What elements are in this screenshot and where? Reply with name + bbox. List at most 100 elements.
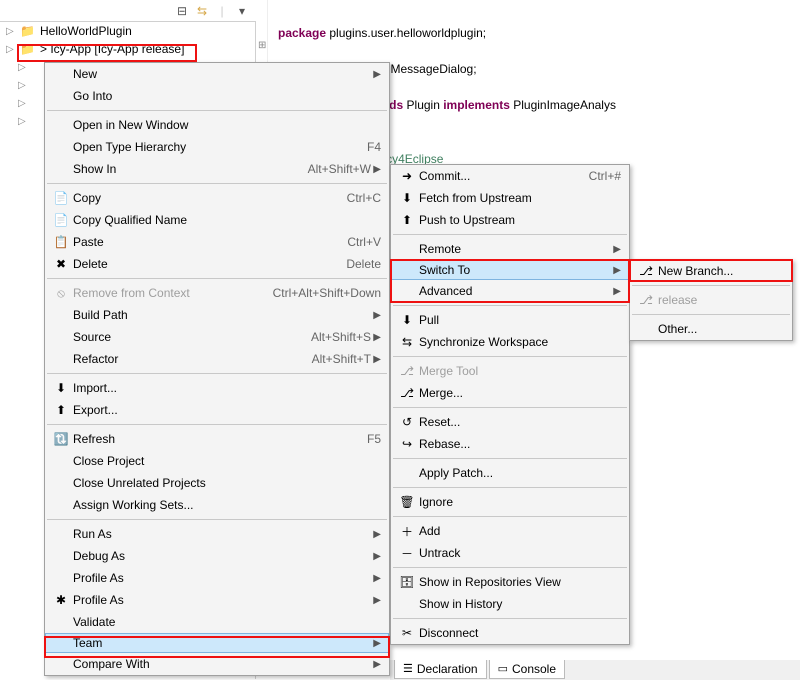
refresh-icon: 🔃	[51, 432, 71, 446]
import-icon: ⬇	[51, 381, 71, 395]
team-menu-item-merge[interactable]: ⎇Merge...	[391, 382, 629, 404]
project-menu-item-new[interactable]: New▶	[45, 63, 389, 85]
link-editor-icon[interactable]: ⇆	[194, 3, 210, 19]
team-menu-item-rebase[interactable]: ↪Rebase...	[391, 433, 629, 455]
project-menu-item-import[interactable]: ⬇Import...	[45, 377, 389, 399]
menu-item-label: Close Project	[71, 454, 381, 468]
ignore-icon: 🗑	[397, 495, 417, 509]
submenu-arrow-icon: ▶	[371, 638, 381, 649]
expander-icon[interactable]: ▷	[6, 44, 16, 55]
menu-item-label: Run As	[71, 527, 371, 541]
project-menu-item-delete[interactable]: ✖DeleteDelete	[45, 253, 389, 275]
project-menu-item-show-in[interactable]: Show InAlt+Shift+W▶	[45, 158, 389, 180]
explorer-toolbar: ⊟ ⇆ | ▾	[0, 0, 256, 22]
reset-icon: ↺	[397, 415, 417, 429]
menu-item-label: Show in History	[417, 597, 621, 611]
menu-item-accelerator: Ctrl+V	[323, 235, 381, 249]
menu-item-label: Show in Repositories View	[417, 575, 621, 589]
menu-item-label: Ignore	[417, 495, 621, 509]
team-menu-item-show-in-repositories-view[interactable]: 🗄Show in Repositories View	[391, 571, 629, 593]
team-menu-item-show-in-history[interactable]: Show in History	[391, 593, 629, 615]
project-menu-item-refactor[interactable]: RefactorAlt+Shift+T▶	[45, 348, 389, 370]
project-menu-item-run-as[interactable]: Run As▶	[45, 523, 389, 545]
project-menu-item-refresh[interactable]: 🔃RefreshF5	[45, 428, 389, 450]
project-menu-item-open-type-hierarchy[interactable]: Open Type HierarchyF4	[45, 136, 389, 158]
submenu-arrow-icon: ▶	[611, 244, 621, 255]
paste-icon: 📋	[51, 235, 71, 249]
submenu-arrow-icon: ▶	[371, 573, 381, 584]
menu-separator	[393, 487, 627, 488]
menu-item-label: Commit...	[417, 169, 565, 183]
context-menu-team: ➜Commit...Ctrl+#⬇Fetch from Upstream⬆Pus…	[390, 164, 630, 645]
project-menu-item-paste[interactable]: 📋PasteCtrl+V	[45, 231, 389, 253]
fold-plus-icon[interactable]: ⊞	[258, 40, 268, 50]
switch-menu-item-new-branch[interactable]: ⎇New Branch...	[630, 260, 792, 282]
menu-item-label: Reset...	[417, 415, 621, 429]
team-menu-item-fetch-from-upstream[interactable]: ⬇Fetch from Upstream	[391, 187, 629, 209]
toolbar-separator: |	[214, 3, 230, 19]
tree-item-icy-app[interactable]: ▷ 📁 > Icy-App [Icy-App release]	[0, 40, 255, 58]
code-text: plugins.user.helloworldplugin;	[326, 26, 486, 40]
menu-item-label: Pull	[417, 313, 621, 327]
menu-separator	[47, 373, 387, 374]
team-menu-item-remote[interactable]: Remote▶	[391, 238, 629, 260]
project-menu-item-copy-qualified-name[interactable]: 📄Copy Qualified Name	[45, 209, 389, 231]
pull-icon: ⬇	[397, 313, 417, 327]
project-menu-item-source[interactable]: SourceAlt+Shift+S▶	[45, 326, 389, 348]
team-menu-item-apply-patch[interactable]: Apply Patch...	[391, 462, 629, 484]
menu-separator	[47, 183, 387, 184]
submenu-arrow-icon: ▶	[371, 551, 381, 562]
project-menu-item-assign-working-sets[interactable]: Assign Working Sets...	[45, 494, 389, 516]
team-menu-item-advanced[interactable]: Advanced▶	[391, 280, 629, 302]
menu-item-accelerator: Alt+Shift+T	[288, 352, 371, 366]
team-menu-item-ignore[interactable]: 🗑Ignore	[391, 491, 629, 513]
team-menu-item-reset[interactable]: ↺Reset...	[391, 411, 629, 433]
project-menu-item-close-unrelated-projects[interactable]: Close Unrelated Projects	[45, 472, 389, 494]
copy-icon: 📄	[51, 191, 71, 205]
code-text: Plugin	[403, 98, 443, 112]
menu-separator	[632, 314, 790, 315]
branch-icon: ⎇	[636, 293, 656, 307]
project-menu-item-team[interactable]: Team▶	[45, 633, 389, 653]
fetch-icon: ⬇	[397, 191, 417, 205]
menu-item-label: Open Type Hierarchy	[71, 140, 343, 154]
submenu-arrow-icon: ▶	[371, 595, 381, 606]
team-menu-item-synchronize-workspace[interactable]: ⇆Synchronize Workspace	[391, 331, 629, 353]
tab-declaration[interactable]: ☰Declaration	[394, 659, 487, 679]
project-menu-item-remove-from-context: ⦸Remove from ContextCtrl+Alt+Shift+Down	[45, 282, 389, 304]
view-menu-icon[interactable]: ▾	[234, 3, 250, 19]
team-menu-item-switch-to[interactable]: Switch To▶	[391, 260, 629, 280]
switch-menu-item-other[interactable]: Other...	[630, 318, 792, 340]
project-menu-item-debug-as[interactable]: Debug As▶	[45, 545, 389, 567]
menu-item-label: Go Into	[71, 89, 381, 103]
declaration-icon: ☰	[403, 662, 413, 675]
menu-item-label: New	[71, 67, 371, 81]
new-branch-icon: ⎇	[636, 264, 656, 278]
project-menu-item-profile-as[interactable]: ✱Profile As▶	[45, 589, 389, 611]
project-menu-item-copy[interactable]: 📄CopyCtrl+C	[45, 187, 389, 209]
team-menu-item-push-to-upstream[interactable]: ⬆Push to Upstream	[391, 209, 629, 231]
menu-separator	[393, 305, 627, 306]
project-menu-item-profile-as[interactable]: Profile As▶	[45, 567, 389, 589]
submenu-arrow-icon: ▶	[371, 659, 381, 670]
team-menu-item-add[interactable]: ＋Add	[391, 520, 629, 542]
team-menu-item-untrack[interactable]: －Untrack	[391, 542, 629, 564]
team-menu-item-commit[interactable]: ➜Commit...Ctrl+#	[391, 165, 629, 187]
project-menu-item-compare-with[interactable]: Compare With▶	[45, 653, 389, 675]
project-menu-item-build-path[interactable]: Build Path▶	[45, 304, 389, 326]
menu-item-label: Remote	[417, 242, 611, 256]
commit-icon: ➜	[397, 169, 417, 183]
tab-console[interactable]: ▭Console	[489, 659, 565, 679]
team-menu-item-disconnect[interactable]: ✂Disconnect	[391, 622, 629, 644]
project-menu-item-validate[interactable]: Validate	[45, 611, 389, 633]
project-menu-item-go-into[interactable]: Go Into	[45, 85, 389, 107]
project-menu-item-export[interactable]: ⬆Export...	[45, 399, 389, 421]
collapse-all-icon[interactable]: ⊟	[174, 3, 190, 19]
project-folder-icon: 📁	[20, 42, 36, 56]
project-menu-item-close-project[interactable]: Close Project	[45, 450, 389, 472]
submenu-arrow-icon: ▶	[611, 265, 621, 276]
team-menu-item-pull[interactable]: ⬇Pull	[391, 309, 629, 331]
tree-item-helloworldplugin[interactable]: ▷ 📁 HelloWorldPlugin	[0, 22, 255, 40]
project-menu-item-open-in-new-window[interactable]: Open in New Window	[45, 114, 389, 136]
expander-icon[interactable]: ▷	[6, 26, 16, 37]
